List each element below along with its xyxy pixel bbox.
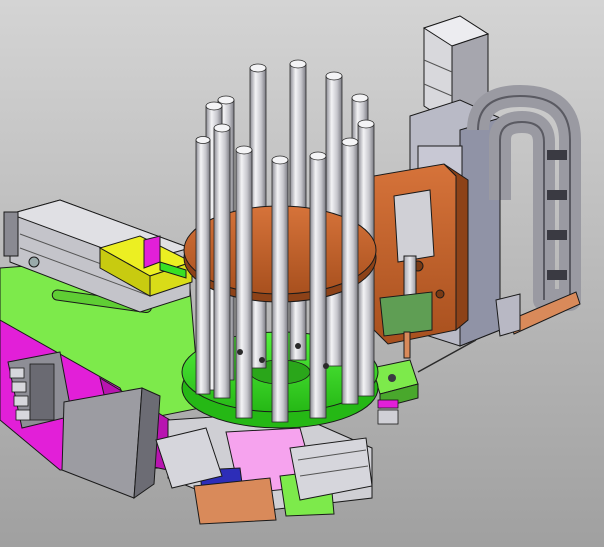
- solenoid-valve-bank: [7, 351, 73, 429]
- cad-drawing: [0, 0, 604, 547]
- cad-assembly-view: [0, 0, 604, 547]
- wiring-details: [377, 399, 399, 425]
